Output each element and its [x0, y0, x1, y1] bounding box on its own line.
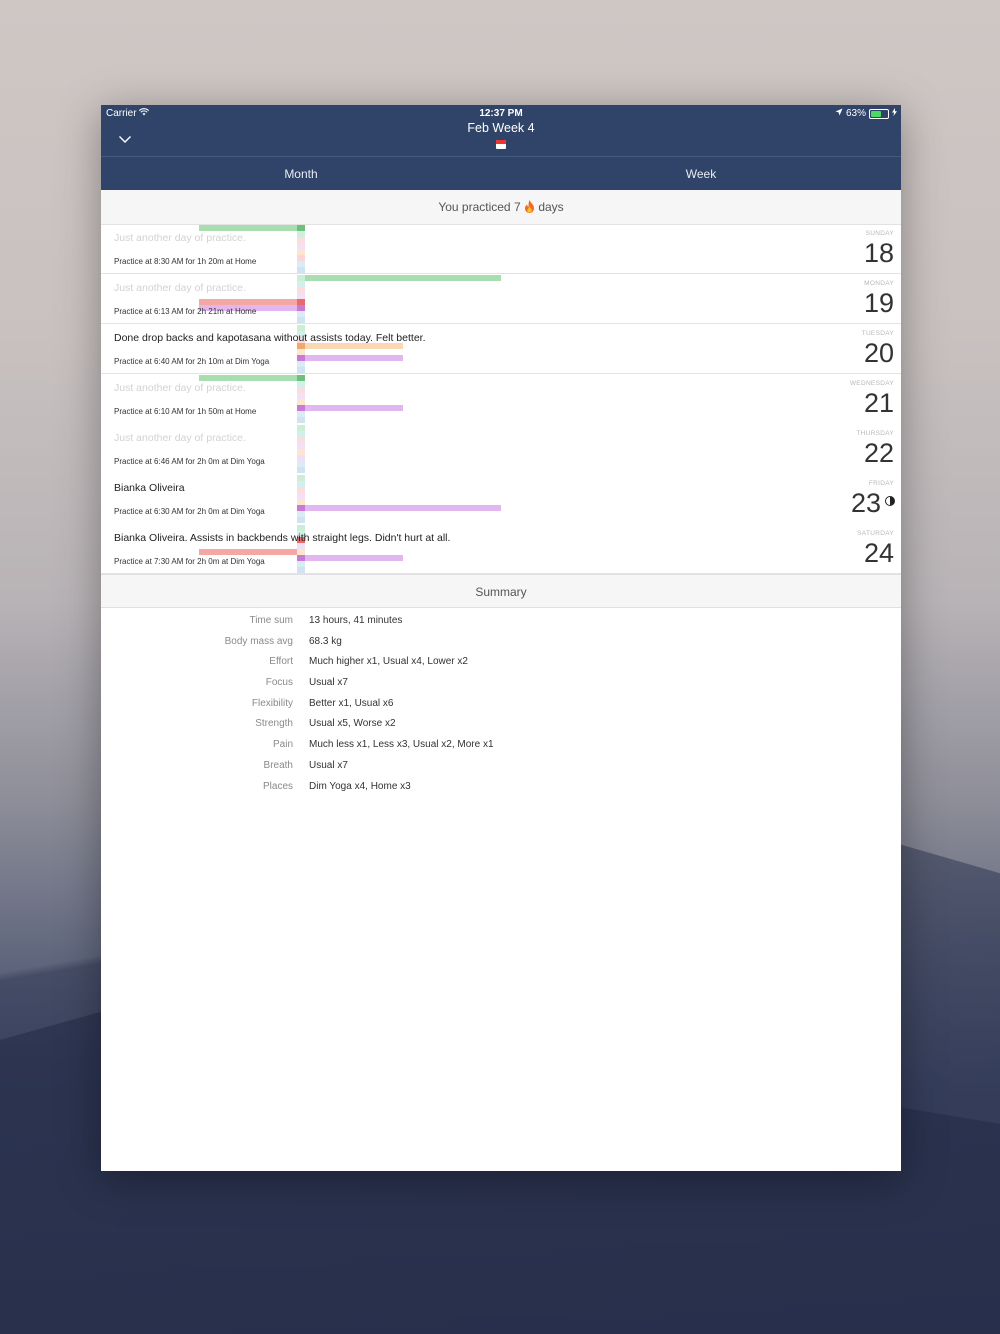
- summary-label: Time sum: [249, 615, 293, 626]
- practice-summary: Practice at 6:46 AM for 2h 0m at Dim Yog…: [114, 457, 265, 466]
- battery-icon: [869, 108, 889, 119]
- date-number: 24: [863, 538, 894, 568]
- summary-value: 13 hours, 41 minutes: [309, 615, 403, 626]
- summary-label: Strength: [255, 718, 293, 730]
- practice-summary: Practice at 6:10 AM for 1h 50m at Home: [114, 407, 257, 416]
- weekday-label: SUNDAY: [865, 230, 894, 237]
- summary-row-body-mass: Body mass avg 68.3 kg: [101, 633, 901, 654]
- summary-value: Usual x5, Worse x2: [309, 718, 396, 730]
- day-indicator-strip: [297, 274, 305, 324]
- pain-bar: [305, 505, 501, 511]
- pain-bar: [305, 355, 403, 361]
- weekday-label: MONDAY: [864, 280, 894, 287]
- summary-label: Places: [262, 780, 293, 792]
- battery-area: 63%: [835, 108, 897, 119]
- day-note: Done drop backs and kapotasana without a…: [114, 332, 426, 344]
- ipad-screen: Carrier 12:37 PM 63% Feb Week 4 Month We…: [101, 105, 901, 1171]
- summary-value: Usual x7: [309, 759, 348, 771]
- day-note: Bianka Oliveira: [114, 482, 185, 494]
- battery-percent: 63%: [845, 108, 866, 119]
- summary-row-time: Time sum 13 hours, 41 minutes: [101, 612, 901, 633]
- weekday-label: WEDNESDAY: [849, 380, 894, 387]
- charging-icon: [892, 108, 897, 119]
- date-number: 21: [863, 388, 894, 418]
- day-note: Just another day of practice.: [114, 232, 246, 244]
- summary-label: Flexibility: [251, 697, 293, 709]
- fire-icon: [524, 200, 538, 214]
- day-row-19[interactable]: Just another day of practice. Practice a…: [101, 274, 901, 324]
- day-note: Just another day of practice.: [114, 382, 246, 394]
- date-number: 23: [850, 488, 881, 518]
- location-arrow-icon: [835, 108, 843, 119]
- summary-value: Better x1, Usual x6: [309, 697, 394, 709]
- day-row-23[interactable]: Bianka Oliveira Practice at 6:30 AM for …: [101, 474, 901, 524]
- summary-row-focus: Focus Usual x7: [101, 674, 901, 695]
- summary-label: Effort: [269, 656, 293, 668]
- page-title: Feb Week 4: [467, 121, 535, 135]
- summary-label: Body mass avg: [224, 635, 293, 647]
- day-row-22[interactable]: Just another day of practice. Practice a…: [101, 424, 901, 474]
- day-row-24[interactable]: Bianka Oliveira. Assists in backbends wi…: [101, 524, 901, 574]
- navigation-header: Carrier 12:37 PM 63% Feb Week 4 Month We…: [101, 105, 901, 190]
- weekday-label: FRIDAY: [868, 480, 894, 487]
- day-indicator-strip: [297, 474, 305, 524]
- day-row-20[interactable]: Done drop backs and kapotasana without a…: [101, 324, 901, 374]
- practiced-prefix: You practiced 7: [438, 200, 521, 214]
- summary-row-flexibility: Flexibility Better x1, Usual x6: [101, 695, 901, 716]
- date-number: 19: [863, 288, 894, 318]
- practice-summary: Practice at 8:30 AM for 1h 20m at Home: [114, 257, 257, 266]
- focus-bar: [199, 549, 297, 555]
- practiced-suffix: days: [538, 200, 564, 214]
- weekday-label: THURSDAY: [856, 430, 894, 437]
- summary-label: Focus: [265, 677, 293, 689]
- summary-label: Breath: [263, 759, 293, 771]
- summary-value: Usual x7: [309, 677, 348, 689]
- pain-bar: [305, 405, 403, 411]
- practice-summary: Practice at 7:30 AM for 2h 0m at Dim Yog…: [114, 557, 265, 566]
- day-indicator-strip: [297, 424, 305, 474]
- summary-value: Much higher x1, Usual x4, Lower x2: [309, 656, 468, 668]
- summary-label: Pain: [272, 739, 293, 751]
- summary-value: Much less x1, Less x3, Usual x2, More x1: [309, 739, 494, 751]
- day-note: Just another day of practice.: [114, 432, 246, 444]
- flexibility-bar: [305, 275, 501, 281]
- summary-row-places: Places Dim Yoga x4, Home x3: [101, 778, 901, 799]
- summary-row-pain: Pain Much less x1, Less x3, Usual x2, Mor…: [101, 736, 901, 757]
- practiced-banner: You practiced 7 days: [101, 190, 901, 225]
- view-segment-control: Month Week: [101, 156, 901, 191]
- day-note: Just another day of practice.: [114, 282, 246, 294]
- status-time: 12:37 PM: [479, 108, 523, 119]
- pain-bar: [305, 555, 403, 561]
- day-indicator-strip: [297, 374, 305, 424]
- tab-week[interactable]: Week: [501, 157, 901, 191]
- moon-phase-icon: [885, 496, 895, 506]
- calendar-icon[interactable]: [496, 140, 506, 149]
- weekday-label: TUESDAY: [861, 330, 894, 337]
- summary-value: Dim Yoga x4, Home x3: [309, 780, 411, 792]
- summary-header: Summary: [101, 574, 901, 608]
- practice-summary: Practice at 6:40 AM for 2h 10m at Dim Yo…: [114, 357, 270, 366]
- tab-month[interactable]: Month: [101, 157, 501, 191]
- summary-table: Time sum 13 hours, 41 minutes Body mass a…: [101, 612, 901, 798]
- practice-summary: Practice at 6:13 AM for 2h 21m at Home: [114, 307, 257, 316]
- date-number: 18: [863, 238, 894, 268]
- day-row-21[interactable]: Just another day of practice. Practice a…: [101, 374, 901, 424]
- day-row-18[interactable]: Just another day of practice. Practice a…: [101, 224, 901, 274]
- summary-value: 68.3 kg: [309, 635, 342, 647]
- day-note: Bianka Oliveira. Assists in backbends wi…: [114, 532, 451, 544]
- day-indicator-strip: [297, 224, 305, 274]
- date-number: 20: [863, 338, 894, 368]
- effort-bar: [199, 375, 297, 381]
- summary-row-breath: Breath Usual x7: [101, 757, 901, 778]
- date-number: 22: [863, 438, 894, 468]
- practice-summary: Practice at 6:30 AM for 2h 0m at Dim Yog…: [114, 507, 265, 516]
- effort-bar: [199, 225, 297, 231]
- summary-row-effort: Effort Much higher x1, Usual x4, Lower x2: [101, 653, 901, 674]
- summary-row-strength: Strength Usual x5, Worse x2: [101, 715, 901, 736]
- week-day-list: Just another day of practice. Practice a…: [101, 224, 901, 574]
- weekday-label: SATURDAY: [857, 530, 894, 537]
